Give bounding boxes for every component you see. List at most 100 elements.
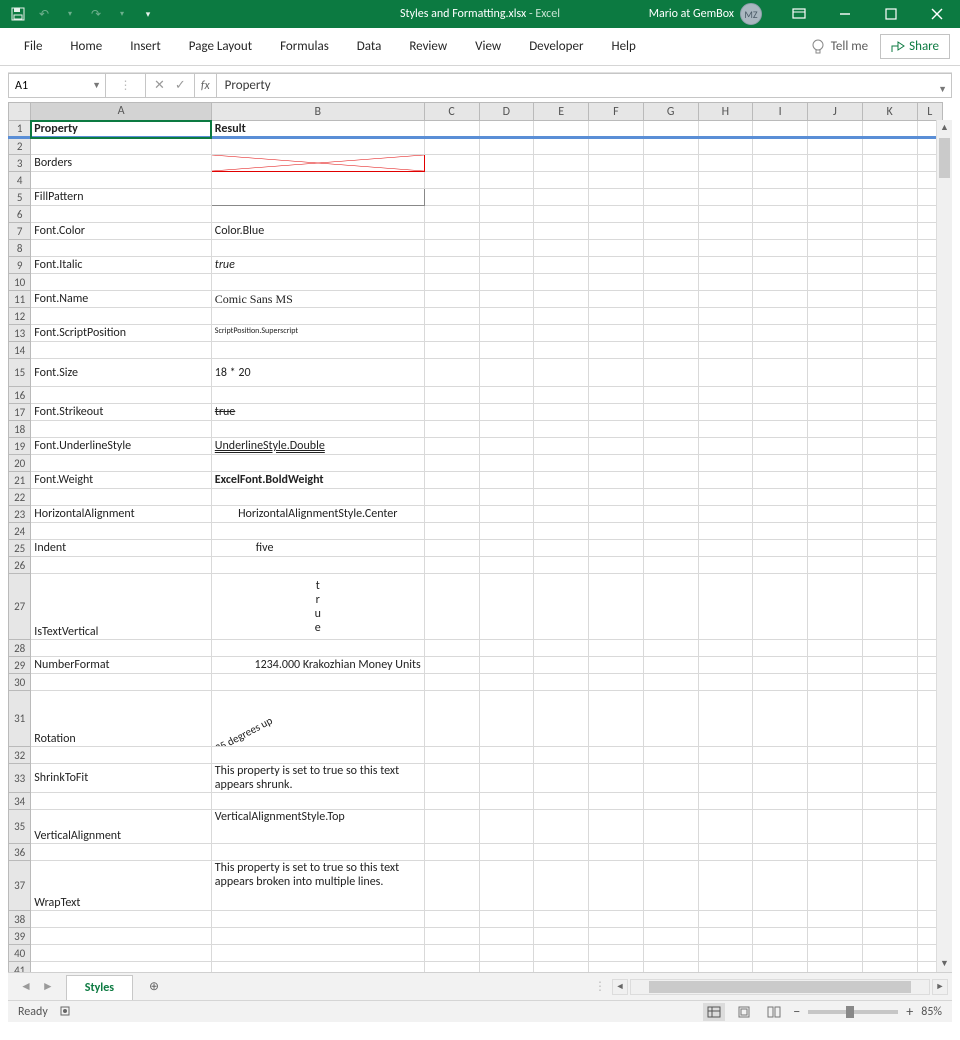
formula-bar-resize[interactable]: ⋮ [106, 73, 146, 98]
cell-fillpattern-demo[interactable] [211, 189, 424, 206]
col-header-F[interactable]: F [589, 103, 644, 121]
redo-more-icon[interactable]: ▾ [110, 2, 134, 26]
cell[interactable]: Font.Size [31, 359, 212, 387]
row-header[interactable]: 17 [9, 404, 31, 421]
cell[interactable]: UnderlineStyle.Double [211, 438, 424, 455]
maximize-icon[interactable] [868, 0, 914, 28]
cell[interactable]: FillPattern [31, 189, 212, 206]
zoom-slider[interactable] [808, 1010, 898, 1014]
signed-in-user[interactable]: Mario at GemBox [649, 7, 734, 21]
tab-view[interactable]: View [461, 31, 515, 62]
cell[interactable]: Font.UnderlineStyle [31, 438, 212, 455]
vertical-scrollbar[interactable]: ▲▼ [936, 120, 952, 972]
chevron-down-icon[interactable]: ▼ [92, 80, 101, 91]
row-header[interactable]: 25 [9, 540, 31, 557]
tab-prev-icon[interactable]: ◄ [20, 979, 32, 994]
cell[interactable]: Font.Name [31, 291, 212, 308]
row-header[interactable]: 6 [9, 206, 31, 223]
zoom-in-icon[interactable]: + [906, 1003, 913, 1020]
row-header[interactable]: 5 [9, 189, 31, 206]
undo-icon[interactable]: ↶ [32, 2, 56, 26]
tab-page-layout[interactable]: Page Layout [175, 31, 266, 62]
col-header-B[interactable]: B [211, 103, 424, 121]
row-header[interactable]: 27 [9, 574, 31, 640]
cell[interactable]: Rotation [31, 691, 212, 747]
tab-next-icon[interactable]: ► [42, 979, 54, 994]
cell[interactable]: WrapText [31, 861, 212, 911]
row-header[interactable]: 19 [9, 438, 31, 455]
cell[interactable]: Font.Italic [31, 257, 212, 274]
cell[interactable]: ExcelFont.BoldWeight [211, 472, 424, 489]
cell[interactable]: Font.Color [31, 223, 212, 240]
expand-formula-bar-icon[interactable]: ▼ [938, 84, 947, 95]
col-header-D[interactable]: D [479, 103, 534, 121]
cell[interactable]: NumberFormat [31, 657, 212, 674]
col-header-I[interactable]: I [753, 103, 808, 121]
row-header[interactable]: 16 [9, 387, 31, 404]
cell[interactable]: 18 * 20 [211, 359, 424, 387]
cell-vertical-text[interactable]: true [211, 574, 424, 640]
cell-A1[interactable]: Property [31, 121, 212, 138]
scroll-right-icon[interactable]: ► [932, 979, 948, 995]
cell[interactable]: Color.Blue [211, 223, 424, 240]
view-page-break-icon[interactable] [763, 1003, 785, 1021]
row-header[interactable]: 9 [9, 257, 31, 274]
cell[interactable]: 1234.000 Krakozhian Money Units [211, 657, 424, 674]
avatar[interactable]: MZ [740, 3, 762, 25]
tell-me[interactable]: Tell me [811, 39, 868, 55]
row-header[interactable]: 12 [9, 308, 31, 325]
cell[interactable]: IsTextVertical [31, 574, 212, 640]
zoom-out-icon[interactable]: − [793, 1003, 800, 1020]
redo-icon[interactable]: ↷ [84, 2, 108, 26]
cell[interactable]: true [211, 257, 424, 274]
scrollbar-thumb[interactable] [939, 138, 950, 178]
zoom-level[interactable]: 85% [921, 1005, 942, 1019]
tab-review[interactable]: Review [395, 31, 461, 62]
ribbon-display-icon[interactable] [776, 0, 822, 28]
row-header[interactable]: 30 [9, 674, 31, 691]
tab-split-handle[interactable]: ⋮ [594, 979, 606, 994]
horizontal-scrollbar[interactable]: ◄ ► [612, 973, 952, 1000]
col-header-L[interactable]: L [917, 103, 943, 121]
save-icon[interactable] [6, 2, 30, 26]
row-header[interactable]: 37 [9, 861, 31, 911]
sheet-tab-styles[interactable]: Styles [66, 975, 133, 1000]
row-header[interactable]: 34 [9, 793, 31, 810]
formula-input[interactable]: Property▼ [217, 73, 952, 98]
cell[interactable]: Font.Strikeout [31, 404, 212, 421]
row-header[interactable]: 39 [9, 928, 31, 945]
cell[interactable]: Comic Sans MS [211, 291, 424, 308]
cell[interactable]: VerticalAlignment [31, 810, 212, 844]
cell[interactable]: true [211, 404, 424, 421]
row-header[interactable]: 20 [9, 455, 31, 472]
cell[interactable]: Font.Weight [31, 472, 212, 489]
row-header[interactable]: 24 [9, 523, 31, 540]
row-header[interactable]: 33 [9, 764, 31, 793]
cell[interactable]: Indent [31, 540, 212, 557]
row-header[interactable]: 40 [9, 945, 31, 962]
row-header[interactable]: 22 [9, 489, 31, 506]
cell[interactable]: HorizontalAlignmentStyle.Center [211, 506, 424, 523]
cell-B1[interactable]: Result [211, 121, 424, 138]
row-header[interactable]: 18 [9, 421, 31, 438]
col-header-A[interactable]: A [31, 103, 212, 121]
row-header[interactable]: 29 [9, 657, 31, 674]
cancel-formula-icon[interactable]: ✕ [154, 78, 165, 93]
cell[interactable]: five [211, 540, 424, 557]
scroll-up-icon[interactable]: ▲ [937, 120, 952, 136]
tab-help[interactable]: Help [597, 31, 649, 62]
zoom-slider-thumb[interactable] [846, 1006, 854, 1018]
row-header[interactable]: 21 [9, 472, 31, 489]
cell[interactable]: Borders [31, 155, 212, 172]
macro-record-icon[interactable] [60, 1004, 74, 1020]
row-header[interactable]: 8 [9, 240, 31, 257]
hscroll-thumb[interactable] [649, 981, 911, 993]
row-header[interactable]: 41 [9, 962, 31, 973]
row-header[interactable]: 35 [9, 810, 31, 844]
cell[interactable]: VerticalAlignmentStyle.Top [211, 810, 424, 844]
tab-formulas[interactable]: Formulas [266, 31, 343, 62]
name-box[interactable]: A1▼ [8, 73, 106, 98]
hscroll-track[interactable] [630, 979, 930, 995]
qat-customize-icon[interactable]: ▾ [136, 2, 160, 26]
row-header[interactable]: 14 [9, 342, 31, 359]
